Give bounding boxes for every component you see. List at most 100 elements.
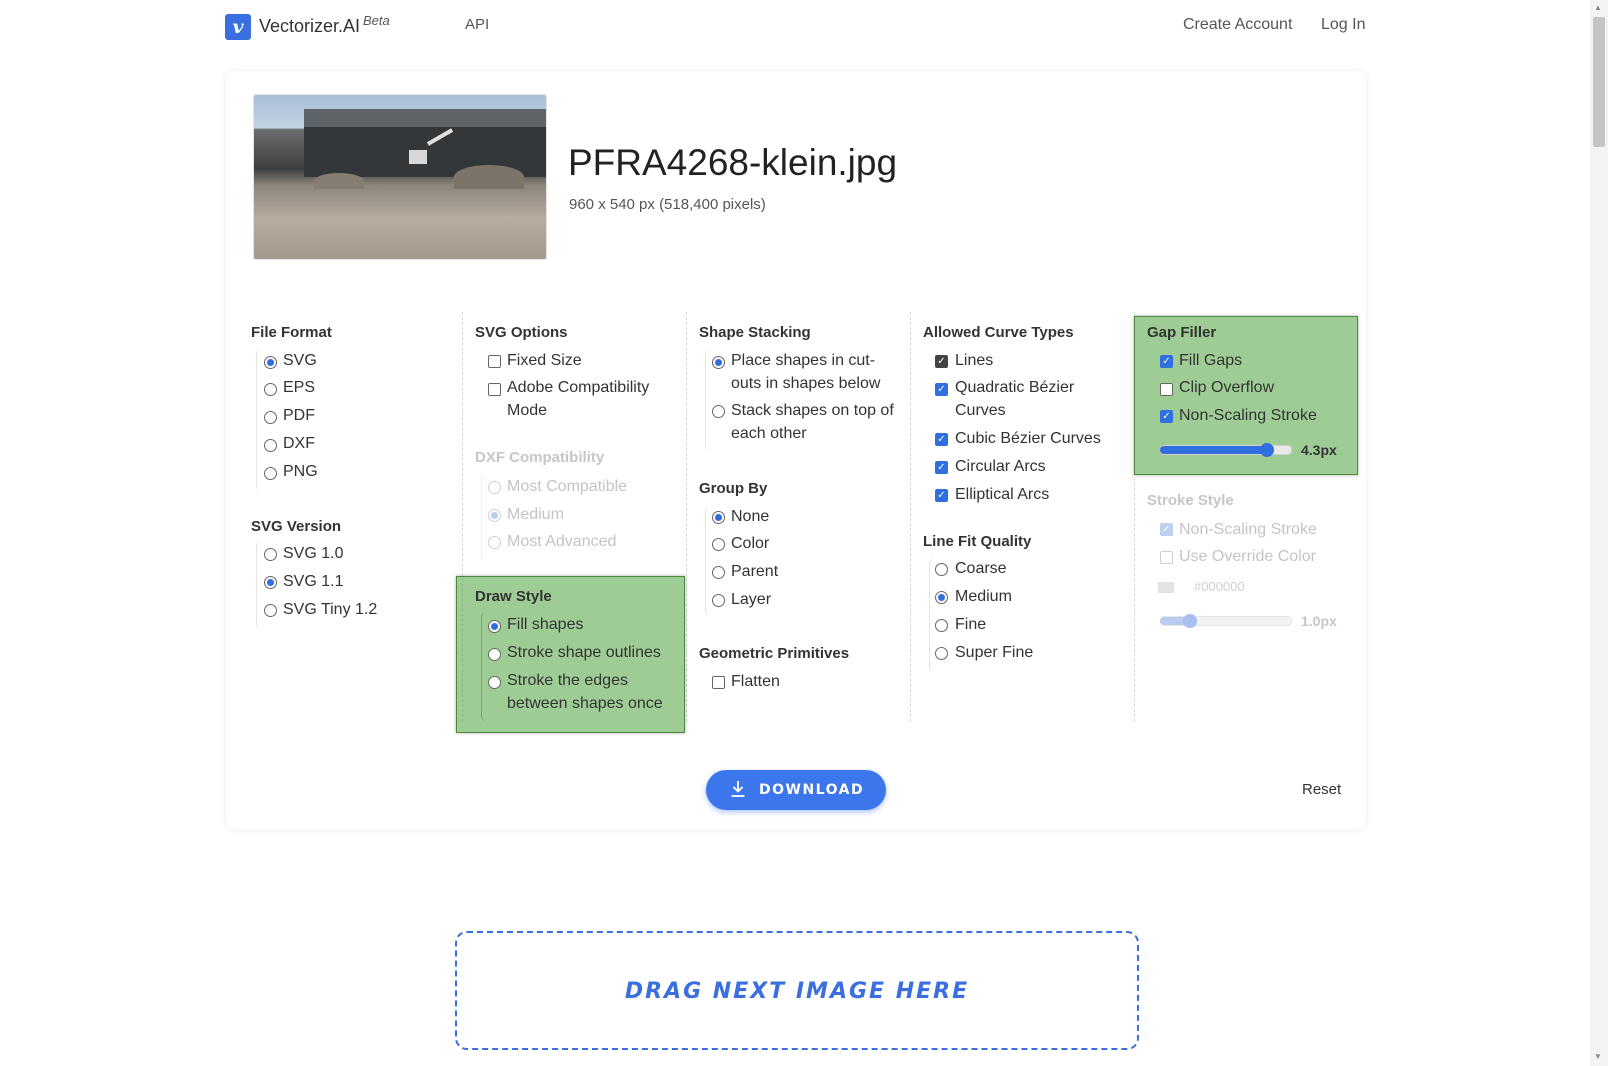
lines-label[interactable]: Lines <box>955 350 993 372</box>
fill-gaps-checkbox[interactable]: ✓ <box>1160 355 1173 368</box>
download-button[interactable]: DOWNLOAD <box>706 770 886 810</box>
adobe-compat-label-line2[interactable]: Mode <box>507 400 547 422</box>
dxf-compat-heading: DXF Compatibility <box>475 449 605 466</box>
dxf-most-compatible-radio[interactable] <box>488 481 501 494</box>
stroke-non-scaling-label[interactable]: Non-Scaling Stroke <box>1179 519 1317 541</box>
svg-1-0-label[interactable]: SVG 1.0 <box>283 543 343 565</box>
circular-arcs-label[interactable]: Circular Arcs <box>955 456 1046 478</box>
gap-stroke-slider[interactable] <box>1160 443 1292 457</box>
format-svg-radio[interactable] <box>264 356 277 369</box>
fill-gaps-label[interactable]: Fill Gaps <box>1179 350 1242 372</box>
elliptical-arcs-label[interactable]: Elliptical Arcs <box>955 484 1049 506</box>
stroke-outlines-radio[interactable] <box>488 648 501 661</box>
fill-shapes-label[interactable]: Fill shapes <box>507 614 583 636</box>
fit-medium-label[interactable]: Medium <box>955 586 1012 608</box>
dxf-medium-label[interactable]: Medium <box>507 504 564 526</box>
fit-fine-radio[interactable] <box>935 619 948 632</box>
svg-1-0-radio[interactable] <box>264 548 277 561</box>
adobe-compat-checkbox[interactable] <box>488 383 501 396</box>
logo-icon[interactable]: v <box>225 14 251 40</box>
group-parent-label[interactable]: Parent <box>731 561 778 583</box>
fit-fine-label[interactable]: Fine <box>955 614 986 636</box>
create-account-link[interactable]: Create Account <box>1183 16 1292 34</box>
dxf-most-advanced-label[interactable]: Most Advanced <box>507 531 616 553</box>
stacking-top-radio[interactable] <box>712 405 725 418</box>
format-pdf-radio[interactable] <box>264 411 277 424</box>
svg-tiny-label[interactable]: SVG Tiny 1.2 <box>283 599 377 621</box>
group-none-label[interactable]: None <box>731 506 769 528</box>
stroke-slider-knob[interactable] <box>1183 614 1197 628</box>
group-parent-radio[interactable] <box>712 566 725 579</box>
lines-checkbox[interactable]: ✓ <box>935 355 948 368</box>
scroll-down-icon[interactable]: ▼ <box>1594 1052 1602 1061</box>
stroke-outlines-label[interactable]: Stroke shape outlines <box>507 642 661 664</box>
quadratic-label-line2[interactable]: Curves <box>955 400 1006 422</box>
adobe-compat-label[interactable]: Adobe Compatibility <box>507 377 649 399</box>
fit-super-fine-label[interactable]: Super Fine <box>955 642 1033 664</box>
group-color-label[interactable]: Color <box>731 533 769 555</box>
stacking-cutouts-label-line2[interactable]: outs in shapes below <box>731 373 880 395</box>
fill-shapes-radio[interactable] <box>488 620 501 633</box>
fit-coarse-radio[interactable] <box>935 563 948 576</box>
stroke-non-scaling-checkbox[interactable]: ✓ <box>1160 523 1173 536</box>
quadratic-label[interactable]: Quadratic Bézier <box>955 377 1074 399</box>
fixed-size-label[interactable]: Fixed Size <box>507 350 582 372</box>
nav-api-link[interactable]: API <box>465 16 489 33</box>
format-eps-radio[interactable] <box>264 383 277 396</box>
dxf-most-advanced-radio[interactable] <box>488 536 501 549</box>
format-dxf-label[interactable]: DXF <box>283 433 315 455</box>
quadratic-checkbox[interactable]: ✓ <box>935 383 948 396</box>
clip-overflow-label[interactable]: Clip Overflow <box>1179 377 1274 399</box>
format-eps-label[interactable]: EPS <box>283 377 315 399</box>
stacking-cutouts-radio[interactable] <box>712 356 725 369</box>
format-svg-label[interactable]: SVG <box>283 350 317 372</box>
flatten-checkbox[interactable] <box>712 676 725 689</box>
group-layer-radio[interactable] <box>712 594 725 607</box>
svg-1-1-radio[interactable] <box>264 576 277 589</box>
clip-overflow-checkbox[interactable] <box>1160 383 1173 396</box>
gap-slider-knob[interactable] <box>1260 443 1274 457</box>
scrollbar-thumb[interactable] <box>1593 17 1605 147</box>
cubic-label[interactable]: Cubic Bézier Curves <box>955 428 1101 450</box>
drop-zone[interactable]: DRAG NEXT IMAGE HERE <box>455 931 1139 1050</box>
circular-arcs-checkbox[interactable]: ✓ <box>935 461 948 474</box>
override-color-label[interactable]: Use Override Color <box>1179 546 1316 568</box>
dxf-most-compatible-label[interactable]: Most Compatible <box>507 476 627 498</box>
format-png-label[interactable]: PNG <box>283 461 318 483</box>
fit-coarse-label[interactable]: Coarse <box>955 558 1007 580</box>
group-layer-label[interactable]: Layer <box>731 589 771 611</box>
stroke-edges-label-line2[interactable]: between shapes once <box>507 693 663 715</box>
stacking-top-label[interactable]: Stack shapes on top of <box>731 400 894 422</box>
brand-name[interactable]: Vectorizer.AI <box>259 16 360 37</box>
elliptical-arcs-checkbox[interactable]: ✓ <box>935 489 948 502</box>
reset-button[interactable]: Reset <box>1302 781 1341 798</box>
format-pdf-label[interactable]: PDF <box>283 405 315 427</box>
override-color-checkbox[interactable] <box>1160 551 1173 564</box>
stroke-width-slider[interactable] <box>1160 614 1292 628</box>
fit-super-fine-radio[interactable] <box>935 647 948 660</box>
format-png-radio[interactable] <box>264 467 277 480</box>
stacking-top-label-line2[interactable]: each other <box>731 423 807 445</box>
dxf-medium-radio[interactable] <box>488 509 501 522</box>
svg-tiny-radio[interactable] <box>264 604 277 617</box>
cubic-checkbox[interactable]: ✓ <box>935 433 948 446</box>
login-link[interactable]: Log In <box>1321 16 1365 34</box>
svg-1-1-label[interactable]: SVG 1.1 <box>283 571 343 593</box>
fixed-size-checkbox[interactable] <box>488 355 501 368</box>
column-divider <box>686 312 687 722</box>
override-color-value[interactable]: #000000 <box>1194 579 1245 594</box>
group-by-heading: Group By <box>699 480 768 497</box>
stroke-edges-radio[interactable] <box>488 676 501 689</box>
stacking-cutouts-label[interactable]: Place shapes in cut- <box>731 350 875 372</box>
gap-non-scaling-checkbox[interactable]: ✓ <box>1160 410 1173 423</box>
scroll-up-icon[interactable]: ▲ <box>1594 3 1602 12</box>
group-none-radio[interactable] <box>712 511 725 524</box>
group-color-radio[interactable] <box>712 538 725 551</box>
scrollbar[interactable] <box>1590 0 1608 1066</box>
fit-medium-radio[interactable] <box>935 591 948 604</box>
format-dxf-radio[interactable] <box>264 439 277 452</box>
override-color-swatch[interactable] <box>1158 582 1174 593</box>
gap-non-scaling-label[interactable]: Non-Scaling Stroke <box>1179 405 1317 427</box>
stroke-edges-label[interactable]: Stroke the edges <box>507 670 628 692</box>
flatten-label[interactable]: Flatten <box>731 671 780 693</box>
